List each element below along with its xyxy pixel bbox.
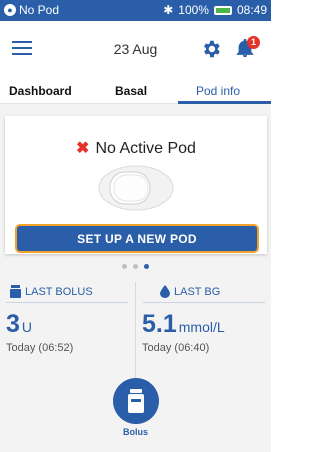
last-bolus-title: LAST BOLUS — [25, 285, 93, 298]
gear-icon[interactable] — [200, 38, 222, 60]
pod-status-text: No Pod — [19, 3, 60, 17]
page-dot — [133, 264, 138, 269]
last-bg-unit: mmol/L — [178, 319, 225, 335]
battery-icon — [213, 5, 232, 15]
no-pod-icon: ● — [4, 4, 16, 16]
pod-status-indicator: ● No Pod — [4, 3, 59, 17]
last-bg-amount: 5.1 — [142, 310, 177, 338]
error-x-icon: ✖ — [76, 140, 90, 157]
last-bolus-value: 3U — [6, 310, 32, 339]
last-bolus-unit: U — [21, 319, 33, 335]
last-bolus-amount: 3 — [6, 310, 20, 338]
vial-icon — [128, 389, 144, 413]
tab-bar: Dashboard Basal Pod info — [0, 78, 271, 104]
pod-status-message: No Active Pod — [95, 140, 196, 157]
last-bolus-label: LAST BOLUS — [10, 285, 93, 298]
last-bg-title: LAST BG — [174, 285, 221, 298]
clock: 08:49 — [236, 3, 267, 17]
last-bg-label: LAST BG — [160, 285, 220, 298]
bolus-button-label: Bolus — [122, 427, 148, 437]
drop-icon — [160, 285, 170, 298]
current-date: 23 Aug — [113, 41, 158, 57]
battery-percent: 100% — [178, 3, 209, 17]
divider — [6, 302, 128, 303]
setup-new-pod-button[interactable]: SET UP A NEW POD — [15, 224, 259, 253]
last-bg-time: Today (06:40) — [142, 342, 210, 354]
tab-pod-info[interactable]: Pod info — [196, 84, 240, 98]
pod-device-image — [98, 165, 174, 211]
page-indicator — [0, 264, 271, 269]
page-dot — [122, 264, 127, 269]
tab-dashboard[interactable]: Dashboard — [9, 84, 72, 98]
system-status: ✱ 100% 08:49 — [163, 3, 267, 17]
last-bolus-time: Today (06:52) — [6, 342, 74, 354]
bluetooth-icon: ✱ — [163, 3, 174, 17]
tab-basal[interactable]: Basal — [115, 84, 147, 98]
page-dot-active — [144, 264, 149, 269]
pod-status-card: ✖ No Active Pod SET UP A NEW POD — [5, 116, 267, 254]
pod-status-heading: ✖ No Active Pod — [5, 138, 267, 158]
app-bar: 23 Aug 1 — [0, 21, 271, 78]
bolus-button[interactable] — [113, 378, 159, 424]
pod-info-panel: ✖ No Active Pod SET UP A NEW POD LAST BOL… — [0, 104, 271, 452]
notification-badge: 1 — [247, 36, 260, 49]
last-bg-value: 5.1 mmol/L — [142, 310, 225, 339]
status-bar: ● No Pod ✱ 100% 08:49 — [0, 0, 271, 21]
divider — [143, 302, 265, 303]
vial-icon — [10, 285, 21, 298]
